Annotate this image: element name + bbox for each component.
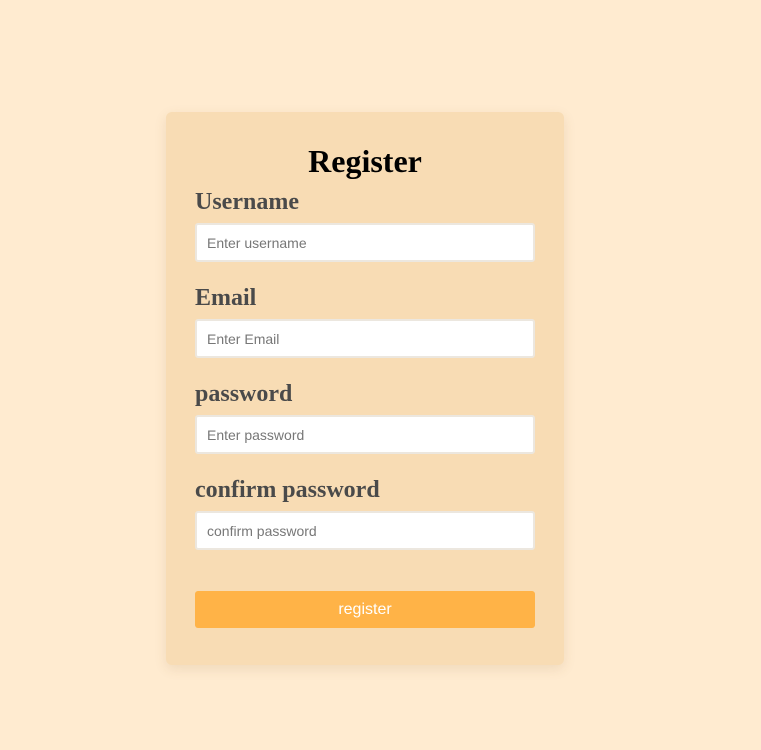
form-title: Register bbox=[308, 143, 422, 179]
password-field-group: password bbox=[195, 380, 535, 454]
password-input[interactable] bbox=[195, 415, 535, 454]
form-fields: Username Email password confirm password bbox=[195, 188, 535, 550]
confirm-password-label: confirm password bbox=[195, 477, 380, 503]
email-label: Email bbox=[195, 285, 257, 311]
email-field-group: Email bbox=[195, 284, 535, 358]
register-card: Register Username Email password confirm… bbox=[166, 112, 564, 665]
username-input[interactable] bbox=[195, 223, 535, 262]
confirm-password-field-group: confirm password bbox=[195, 476, 535, 550]
register-button[interactable]: register bbox=[195, 591, 535, 628]
username-field-group: Username bbox=[195, 188, 535, 262]
email-input[interactable] bbox=[195, 319, 535, 358]
confirm-password-input[interactable] bbox=[195, 511, 535, 550]
password-label: password bbox=[195, 381, 293, 407]
username-label: Username bbox=[195, 189, 299, 215]
